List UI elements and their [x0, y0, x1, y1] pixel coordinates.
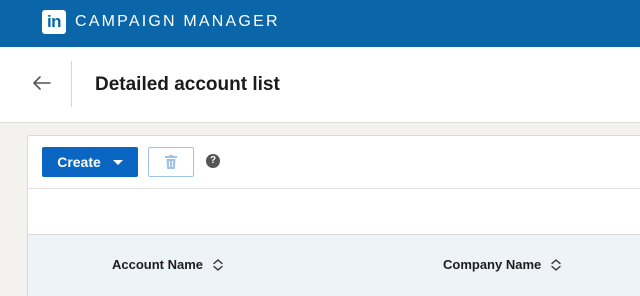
header-divider [71, 61, 72, 107]
column-label: Account Name [112, 257, 204, 272]
column-header-account-name[interactable]: Account Name [112, 257, 223, 272]
table-header-row: Account Name Company Name [28, 235, 640, 296]
create-button[interactable]: Create [42, 147, 138, 177]
arrow-left-icon [33, 76, 51, 90]
back-button[interactable] [30, 71, 54, 95]
account-list-panel: Create ? Account Name Company Name [27, 135, 640, 296]
linkedin-logo[interactable]: in [42, 10, 66, 34]
create-button-label: Create [57, 154, 101, 170]
page-header: Detailed account list [0, 47, 640, 123]
toolbar-divider [28, 188, 640, 189]
trash-icon [165, 155, 177, 169]
caret-down-icon [112, 159, 123, 165]
page-title: Detailed account list [95, 74, 280, 95]
column-header-company-name[interactable]: Company Name [443, 257, 561, 272]
app-title: CAMPAIGN MANAGER [75, 13, 280, 30]
sort-icon [213, 258, 223, 271]
column-label: Company Name [443, 257, 542, 272]
delete-button[interactable] [148, 147, 194, 177]
top-nav-bar: in CAMPAIGN MANAGER [0, 0, 640, 47]
sort-icon [551, 258, 561, 271]
help-icon[interactable]: ? [206, 154, 220, 168]
